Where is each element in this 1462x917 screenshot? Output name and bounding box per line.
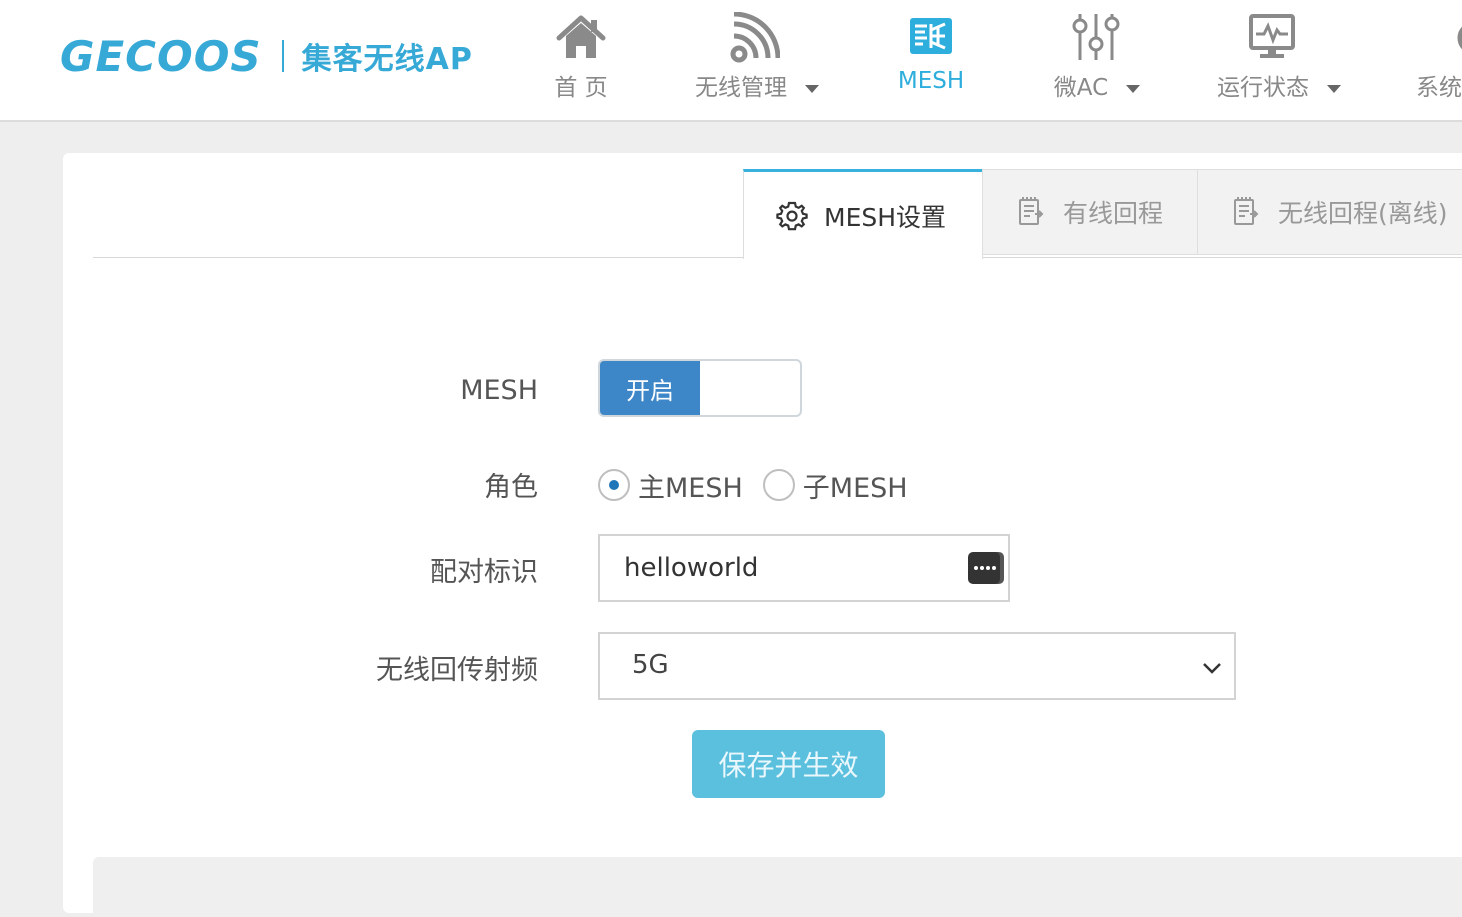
save-apply-button[interactable]: 保存并生效 xyxy=(692,730,885,798)
home-icon xyxy=(556,15,606,58)
content-panel: MESH设置 有线回程 无线回程(离线) MESH 开启 角色 主MESH 子M… xyxy=(63,153,1462,917)
nav-label: 微AC xyxy=(1042,68,1152,102)
radio-main-mesh[interactable] xyxy=(598,469,630,501)
tab-wired-backhaul[interactable]: 有线回程 xyxy=(982,169,1198,255)
nav-item-micro-ac[interactable]: 微AC xyxy=(1042,0,1152,120)
tab-wireless-backhaul-offline[interactable]: 无线回程(离线) xyxy=(1197,169,1462,255)
mesh-toggle[interactable]: 开启 xyxy=(598,359,802,417)
toggle-on-label: 开启 xyxy=(600,361,700,415)
radio-sub-mesh[interactable] xyxy=(762,469,795,501)
main-nav: 首 页 无线管理 MESH 微AC 运行状态 系统 xyxy=(0,0,1462,120)
tab-label: 无线回程(离线) xyxy=(1278,199,1448,228)
pair-id-label: 配对标识 xyxy=(430,557,538,588)
backhaul-band-label: 无线回传射频 xyxy=(376,655,538,686)
backhaul-band-select[interactable]: 5G xyxy=(598,632,1236,700)
document-icon xyxy=(1019,197,1044,225)
nav-item-status[interactable]: 运行状态 xyxy=(1204,0,1354,120)
nav-label: MESH xyxy=(897,68,965,94)
tab-label: MESH设置 xyxy=(824,202,947,232)
chevron-down-icon xyxy=(805,84,819,93)
password-reveal-icon[interactable] xyxy=(968,550,1006,586)
nav-label: 系统 xyxy=(1416,75,1462,101)
chevron-down-icon xyxy=(1126,84,1141,93)
role-label: 角色 xyxy=(484,472,538,503)
chevron-down-icon xyxy=(1327,84,1341,93)
top-navbar: GECOOS 集客无线AP 首 页 无线管理 MESH 微AC 运行状态 系统 xyxy=(0,0,1462,122)
nav-label: 首 页 xyxy=(554,75,608,101)
nav-item-system[interactable]: 系统 xyxy=(1412,0,1462,120)
role-option-main[interactable]: 主MESH xyxy=(598,466,743,505)
sliders-icon xyxy=(1072,14,1120,60)
chevron-down-icon xyxy=(1203,663,1221,674)
role-radio-group: 主MESH 子MESH xyxy=(598,465,928,505)
mesh-label: MESH xyxy=(460,375,538,406)
wifi-icon xyxy=(730,12,780,63)
radio-label: 子MESH xyxy=(802,472,908,504)
pair-id-field xyxy=(598,534,1010,602)
mesh-icon xyxy=(910,18,952,54)
radio-label: 主MESH xyxy=(638,472,743,504)
document-icon xyxy=(1234,197,1259,225)
monitor-icon xyxy=(1249,14,1295,58)
tab-label: 有线回程 xyxy=(1063,199,1164,228)
bottom-section xyxy=(93,857,1462,917)
nav-item-mesh[interactable]: MESH xyxy=(886,0,976,120)
pair-id-input[interactable] xyxy=(600,536,984,600)
gear-icon xyxy=(1457,26,1462,50)
nav-item-wireless[interactable]: 无线管理 xyxy=(682,0,832,120)
tab-mesh-settings[interactable]: MESH设置 xyxy=(743,169,983,259)
select-value: 5G xyxy=(632,650,669,680)
nav-label: 无线管理 xyxy=(682,68,832,102)
role-option-sub[interactable]: 子MESH xyxy=(762,466,908,505)
nav-label: 运行状态 xyxy=(1204,68,1354,102)
nav-item-home[interactable]: 首 页 xyxy=(541,0,621,120)
gear-icon xyxy=(776,201,808,230)
